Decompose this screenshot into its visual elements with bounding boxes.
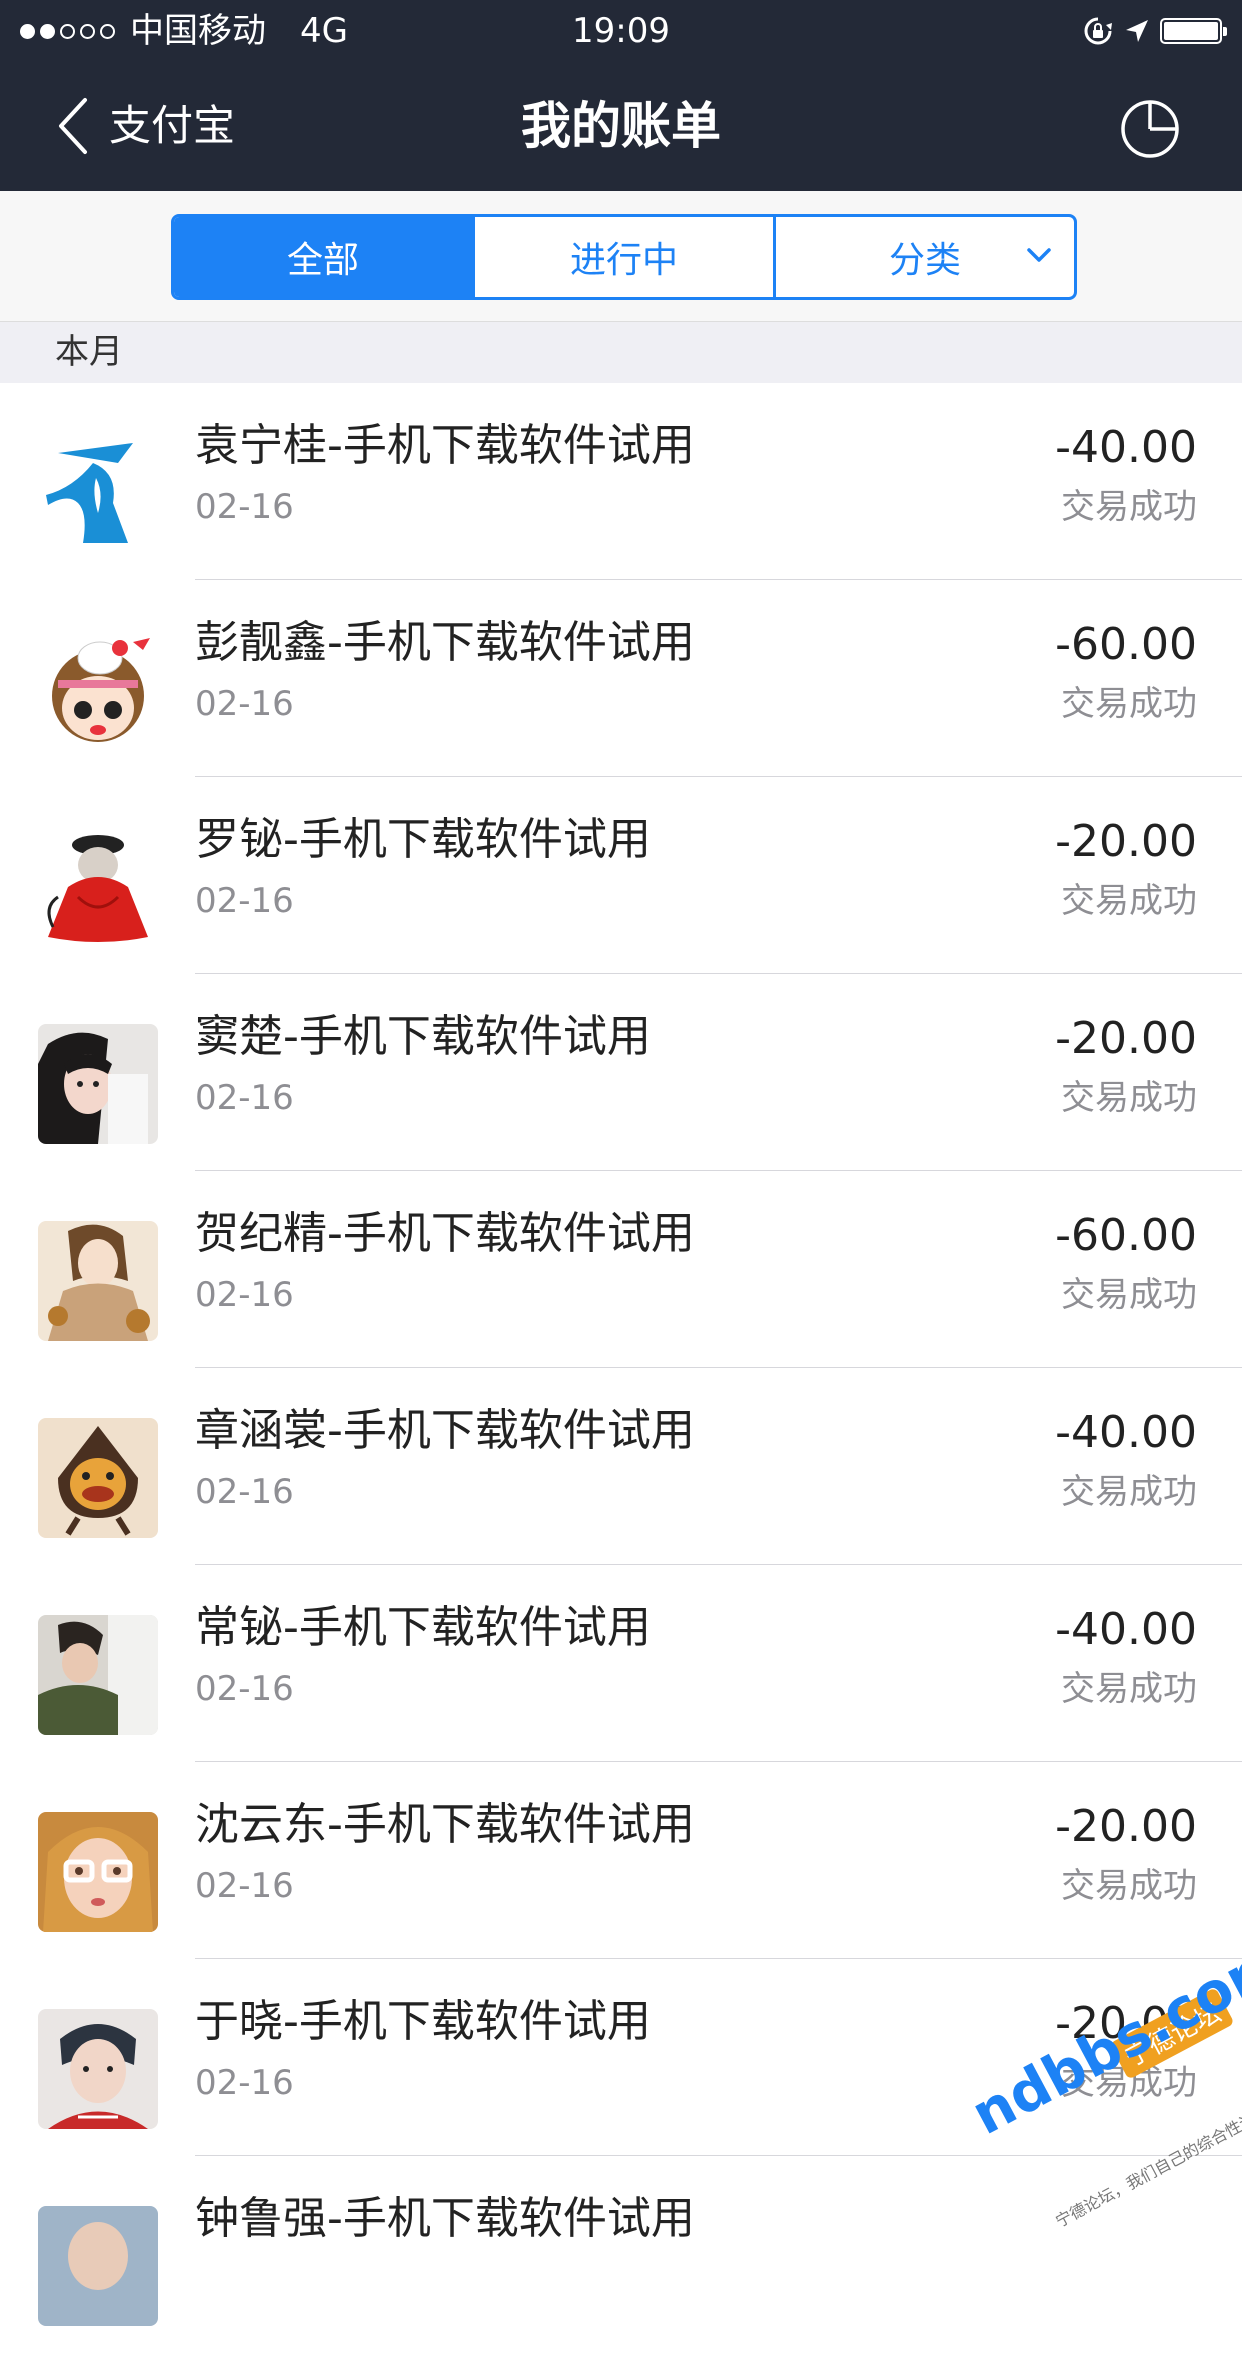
bill-title: 常铋-手机下载软件试用: [195, 1602, 651, 1653]
avatar: [38, 1024, 158, 1144]
bill-row[interactable]: 罗铋-手机下载软件试用 02-16 -20.00 交易成功: [0, 777, 1242, 974]
bill-title: 彭靓鑫-手机下载软件试用: [195, 617, 695, 668]
bill-amount: -40.00: [1055, 422, 1197, 473]
rotation-lock-icon: [1084, 17, 1112, 45]
tab-all[interactable]: 全部: [174, 217, 472, 297]
bill-title: 贺纪精-手机下载软件试用: [195, 1208, 695, 1259]
bill-status: 交易成功: [1061, 684, 1197, 724]
bill-title: 罗铋-手机下载软件试用: [195, 814, 651, 865]
filter-segmented-control: 全部 进行中 分类: [171, 214, 1077, 300]
bill-list: 袁宁桂-手机下载软件试用 02-16 -40.00 交易成功 彭靓鑫-手机下载软…: [0, 383, 1242, 2353]
bill-row[interactable]: 贺纪精-手机下载软件试用 02-16 -60.00 交易成功: [0, 1171, 1242, 1368]
filter-bar: 全部 进行中 分类: [0, 191, 1242, 322]
bill-date: 02-16: [195, 1078, 294, 1118]
bill-amount: -40.00: [1055, 1604, 1197, 1655]
chevron-down-icon: [1027, 248, 1051, 262]
bill-title: 钟鲁强-手机下载软件试用: [195, 2193, 695, 2244]
bill-title: 窦楚-手机下载软件试用: [195, 1011, 651, 1062]
bill-date: 02-16: [195, 487, 294, 527]
avatar: [38, 1221, 158, 1341]
bill-amount: -40.00: [1055, 1407, 1197, 1458]
bill-title: 于晓-手机下载软件试用: [195, 1996, 651, 2047]
bill-date: 02-16: [195, 1275, 294, 1315]
bill-row[interactable]: 彭靓鑫-手机下载软件试用 02-16 -60.00 交易成功: [0, 580, 1242, 777]
bill-date: 02-16: [195, 1866, 294, 1906]
bill-amount: -20.00: [1055, 1998, 1197, 2049]
bill-amount: -20.00: [1055, 1801, 1197, 1852]
bill-status: 交易成功: [1061, 2063, 1197, 2103]
bill-title: 章涵裳-手机下载软件试用: [195, 1405, 695, 1456]
bill-title: 袁宁桂-手机下载软件试用: [195, 420, 695, 471]
battery-icon: [1160, 18, 1227, 44]
status-time: 19:09: [572, 11, 670, 51]
bill-status: 交易成功: [1061, 1275, 1197, 1315]
bill-date: 02-16: [195, 881, 294, 921]
tab-in-progress[interactable]: 进行中: [472, 217, 773, 297]
pie-chart-icon[interactable]: [1118, 95, 1182, 159]
bill-row[interactable]: 袁宁桂-手机下载软件试用 02-16 -40.00 交易成功: [0, 383, 1242, 580]
section-title: 本月: [55, 332, 123, 372]
avatar: [38, 433, 158, 553]
bill-status: 交易成功: [1061, 1866, 1197, 1906]
bill-status: 交易成功: [1061, 487, 1197, 527]
status-bar: 中国移动 4G 19:09: [0, 0, 1242, 62]
bill-row[interactable]: 沈云东-手机下载软件试用 02-16 -20.00 交易成功: [0, 1762, 1242, 1959]
bill-row[interactable]: 于晓-手机下载软件试用 02-16 -20.00 交易成功: [0, 1959, 1242, 2156]
bill-status: 交易成功: [1061, 1078, 1197, 1118]
bill-row[interactable]: 章涵裳-手机下载软件试用 02-16 -40.00 交易成功: [0, 1368, 1242, 1565]
navigation-bar: 支付宝 我的账单: [0, 62, 1242, 191]
avatar: [38, 1418, 158, 1538]
avatar: [38, 2009, 158, 2129]
section-header-this-month: 本月: [0, 322, 1242, 383]
bill-row[interactable]: 钟鲁强-手机下载软件试用: [0, 2156, 1242, 2353]
bill-date: 02-16: [195, 1472, 294, 1512]
bill-date: 02-16: [195, 684, 294, 724]
page-title: 我的账单: [521, 97, 721, 155]
bill-status: 交易成功: [1061, 881, 1197, 921]
avatar: [38, 1812, 158, 1932]
bill-amount: -60.00: [1055, 1210, 1197, 1261]
bill-status: 交易成功: [1061, 1472, 1197, 1512]
bill-date: 02-16: [195, 1669, 294, 1709]
location-arrow-icon: [1126, 20, 1148, 42]
bill-date: 02-16: [195, 2063, 294, 2103]
bill-amount: -60.00: [1055, 619, 1197, 670]
tab-category[interactable]: 分类: [773, 217, 1074, 297]
tab-category-label: 分类: [888, 240, 961, 281]
status-indicators: [1082, 14, 1227, 48]
avatar: [38, 827, 158, 947]
bill-row[interactable]: 常铋-手机下载软件试用 02-16 -40.00 交易成功: [0, 1565, 1242, 1762]
avatar: [38, 1615, 158, 1735]
avatar: [38, 2206, 158, 2326]
bill-amount: -20.00: [1055, 816, 1197, 867]
bill-row[interactable]: 窦楚-手机下载软件试用 02-16 -20.00 交易成功: [0, 974, 1242, 1171]
bill-title: 沈云东-手机下载软件试用: [195, 1799, 695, 1850]
bill-status: 交易成功: [1061, 1669, 1197, 1709]
avatar: [38, 630, 158, 750]
app-header: 中国移动 4G 19:09 支付宝 我的账单: [0, 0, 1242, 191]
bill-amount: -20.00: [1055, 1013, 1197, 1064]
